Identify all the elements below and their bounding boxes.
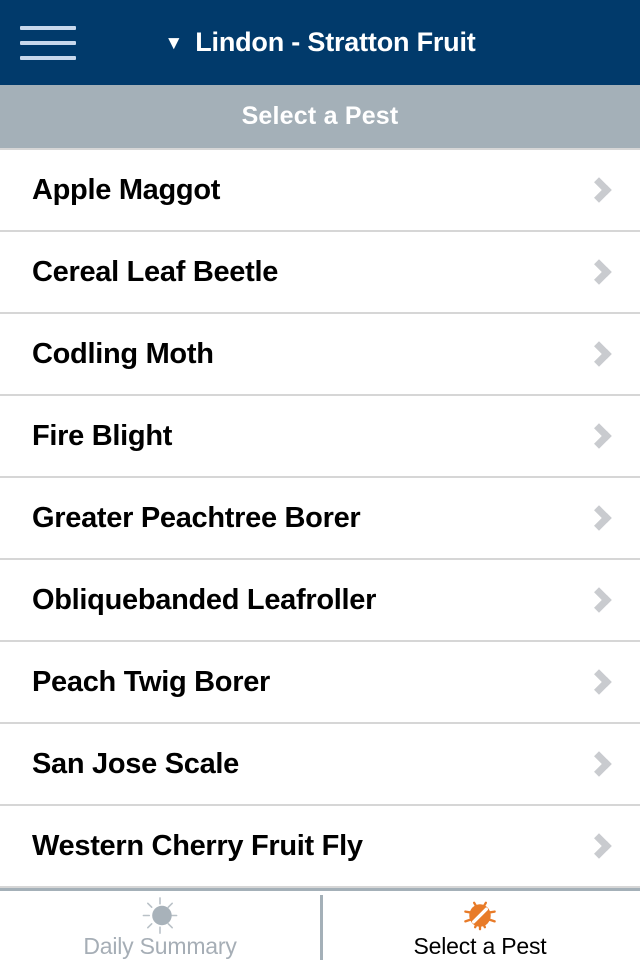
list-item-label: Codling Moth [32, 337, 214, 370]
tab-label: Select a Pest [413, 933, 547, 959]
list-item[interactable]: Apple Maggot [0, 150, 640, 232]
navigation-title-group[interactable]: ▼ Lindon - Stratton Fruit [0, 0, 640, 85]
chevron-down-icon: ▼ [164, 33, 184, 54]
chevron-right-icon [586, 833, 612, 859]
chevron-right-icon [586, 341, 612, 367]
chevron-right-icon [586, 669, 612, 695]
hamburger-line-2 [20, 41, 76, 45]
hamburger-line-3 [20, 56, 76, 60]
section-header-label: Select a Pest [241, 102, 399, 130]
list-item[interactable]: Cereal Leaf Beetle [0, 232, 640, 314]
tab-select-a-pest[interactable]: Select a Pest [320, 891, 640, 960]
bug-icon [464, 901, 496, 931]
chevron-right-icon [586, 751, 612, 777]
list-item-label: Obliquebanded Leafroller [32, 583, 377, 616]
top-navigation-bar: ▼ Lindon - Stratton Fruit [0, 0, 640, 85]
chevron-right-icon [586, 423, 612, 449]
chevron-right-icon [586, 259, 612, 285]
list-item[interactable]: San Jose Scale [0, 724, 640, 806]
app-screen: ▼ Lindon - Stratton Fruit Select a Pest … [0, 0, 640, 960]
list-item-label: Apple Maggot [32, 173, 221, 206]
section-header: Select a Pest [0, 85, 640, 148]
hamburger-line-1 [20, 26, 76, 30]
chevron-right-icon [586, 177, 612, 203]
chevron-right-icon [586, 505, 612, 531]
pest-list[interactable]: Apple Maggot Cereal Leaf Beetle Codling … [0, 148, 640, 888]
page-title: Lindon - Stratton Fruit [195, 27, 476, 57]
hamburger-menu-icon[interactable] [20, 26, 76, 60]
list-item[interactable]: Fire Blight [0, 396, 640, 478]
list-item-label: San Jose Scale [32, 747, 239, 780]
list-item[interactable]: Obliquebanded Leafroller [0, 560, 640, 642]
list-item-label: Cereal Leaf Beetle [32, 255, 279, 288]
sun-icon [142, 897, 178, 934]
list-item-label: Fire Blight [32, 419, 173, 452]
list-item[interactable]: Peach Twig Borer [0, 642, 640, 724]
list-item-label: Greater Peachtree Borer [32, 501, 361, 534]
chevron-right-icon [586, 587, 612, 613]
list-item[interactable]: Greater Peachtree Borer [0, 478, 640, 560]
list-item-label: Peach Twig Borer [32, 665, 271, 698]
list-item-label: Western Cherry Fruit Fly [32, 829, 363, 862]
tab-label: Daily Summary [83, 933, 237, 959]
tab-daily-summary[interactable]: Daily Summary [0, 891, 320, 960]
bottom-tab-bar: Daily Summary Select a Pest [0, 888, 640, 960]
list-item[interactable]: Western Cherry Fruit Fly [0, 806, 640, 888]
list-item[interactable]: Codling Moth [0, 314, 640, 396]
